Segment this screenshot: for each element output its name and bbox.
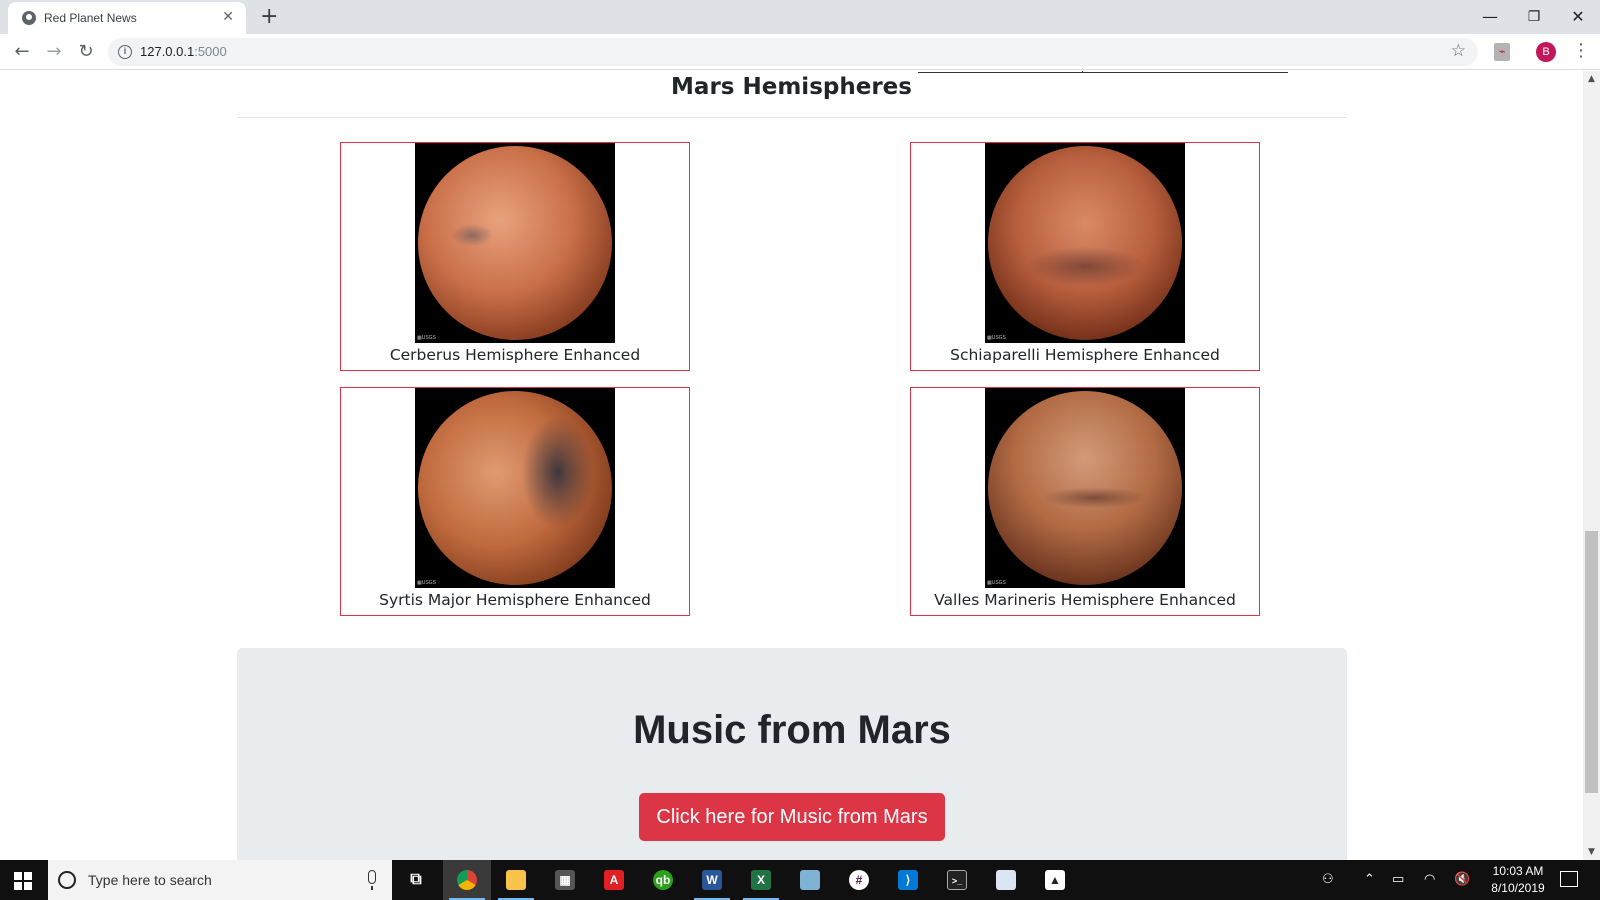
task-view-icon[interactable]: ⧉ [392, 860, 440, 900]
hemispheres-heading: Mars Hemispheres [671, 74, 912, 100]
taskbar-search[interactable]: Type here to search [48, 860, 392, 900]
forward-button[interactable]: → [42, 40, 66, 64]
vscode-icon[interactable]: ⟩ [884, 860, 932, 900]
hemisphere-card-syrtis-major: ▦USGS Syrtis Major Hemisphere Enhanced [340, 387, 690, 616]
page-scrollbar[interactable]: ▲ ▼ [1583, 71, 1600, 860]
excel-icon[interactable]: X [737, 860, 785, 900]
scroll-up-arrow-icon[interactable]: ▲ [1583, 71, 1600, 87]
people-icon[interactable]: ⚇ [1322, 872, 1334, 887]
hemisphere-image-schiaparelli: ▦USGS [985, 143, 1185, 343]
bookmark-star-icon[interactable]: ☆ [1451, 41, 1466, 61]
browser-tab-strip: Red Planet News ✕ + — ❐ ✕ [0, 0, 1600, 34]
file-explorer-icon[interactable] [492, 860, 540, 900]
cortana-icon [58, 871, 76, 889]
windows-taskbar: Type here to search ⧉ ▦ A qb W X # ⟩ >_ [0, 860, 1600, 900]
hemisphere-image-syrtis-major: ▦USGS [415, 388, 615, 588]
browser-menu-icon[interactable]: ⋮ [1572, 40, 1590, 62]
usgs-logo: ▦USGS [987, 580, 1006, 586]
mars-globe [988, 146, 1182, 340]
tab-title: Red Planet News [44, 11, 137, 25]
scroll-down-arrow-icon[interactable]: ▼ [1583, 844, 1600, 860]
photos-icon[interactable]: ▲ [1031, 860, 1079, 900]
hemisphere-image-cerberus: ▦USGS [415, 143, 615, 343]
url-text[interactable]: 127.0.0.1:5000 [140, 44, 227, 59]
hemisphere-title: Cerberus Hemisphere Enhanced [389, 346, 641, 364]
mars-globe [418, 391, 612, 585]
hemisphere-image-valles-marineris: ▦USGS [985, 388, 1185, 588]
notepad-icon[interactable] [786, 860, 834, 900]
address-bar[interactable]: i 127.0.0.1:5000 ☆ [108, 38, 1478, 66]
acrobat-icon[interactable]: A [590, 860, 638, 900]
hemisphere-title: Syrtis Major Hemisphere Enhanced [379, 591, 651, 609]
browser-tab[interactable]: Red Planet News ✕ [8, 2, 246, 34]
back-button[interactable]: ← [10, 40, 34, 64]
taskbar-clock[interactable]: 10:03 AM 8/10/2019 [1480, 863, 1556, 897]
calculator-icon[interactable]: ▦ [541, 860, 589, 900]
scrollbar-thumb[interactable] [1585, 531, 1598, 793]
profile-avatar[interactable]: B [1536, 42, 1556, 62]
clock-date: 8/10/2019 [1491, 881, 1545, 895]
mars-globe [988, 391, 1182, 585]
notifications-icon[interactable] [1560, 871, 1578, 887]
music-button[interactable]: Click here for Music from Mars [639, 793, 945, 841]
usgs-logo: ▦USGS [987, 335, 1006, 341]
info-icon[interactable]: i [118, 45, 132, 59]
chevron-up-icon[interactable]: ⌃ [1364, 872, 1375, 887]
quickbooks-icon[interactable]: qb [639, 860, 687, 900]
clock-time: 10:03 AM [1492, 864, 1544, 878]
reload-button[interactable]: ↻ [74, 40, 98, 64]
hemisphere-title: Schiaparelli Hemisphere Enhanced [950, 346, 1220, 364]
browser-toolbar: ← → ↻ i 127.0.0.1:5000 ☆ [0, 34, 1600, 70]
word-icon[interactable]: W [688, 860, 736, 900]
pdf-extension-icon[interactable]: ⌁ [1494, 43, 1510, 61]
table-bottom-edge [918, 71, 1288, 73]
usgs-logo: ▦USGS [417, 335, 436, 341]
document-icon[interactable] [982, 860, 1030, 900]
page-viewport: Mars Hemispheres ▦USGS Cerberus Hemisphe… [0, 71, 1583, 860]
hemisphere-title: Valles Marineris Hemisphere Enhanced [934, 591, 1236, 609]
hemisphere-card-valles-marineris: ▦USGS Valles Marineris Hemisphere Enhanc… [910, 387, 1260, 616]
microphone-icon[interactable] [368, 870, 376, 890]
new-tab-button[interactable]: + [260, 4, 278, 30]
minimize-button[interactable]: — [1468, 4, 1512, 30]
music-jumbotron: Music from Mars Click here for Music fro… [237, 648, 1347, 860]
hemisphere-card-schiaparelli: ▦USGS Schiaparelli Hemisphere Enhanced [910, 142, 1260, 371]
terminal-icon[interactable]: >_ [933, 860, 981, 900]
tab-close-icon[interactable]: ✕ [222, 9, 234, 25]
windows-start-icon[interactable] [14, 872, 32, 890]
chrome-icon[interactable] [443, 860, 491, 900]
hemisphere-card-cerberus: ▦USGS Cerberus Hemisphere Enhanced [340, 142, 690, 371]
music-heading: Music from Mars [633, 708, 951, 752]
globe-icon [22, 11, 36, 25]
slack-icon[interactable]: # [835, 860, 883, 900]
restore-button[interactable]: ❐ [1512, 4, 1556, 30]
taskbar-search-placeholder: Type here to search [88, 872, 212, 888]
battery-icon[interactable]: ▭ [1392, 872, 1404, 887]
divider [237, 117, 1347, 118]
close-window-button[interactable]: ✕ [1556, 4, 1600, 30]
usgs-logo: ▦USGS [417, 580, 436, 586]
volume-muted-icon[interactable]: 🔇 [1454, 872, 1470, 887]
mars-globe [418, 146, 612, 340]
wifi-icon[interactable]: ◠ [1424, 872, 1435, 887]
